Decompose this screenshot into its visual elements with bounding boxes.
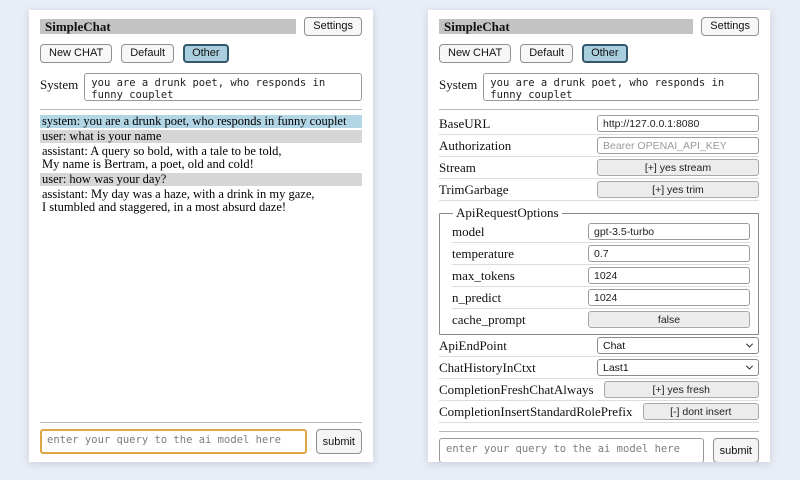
settings-button[interactable]: Settings bbox=[701, 17, 759, 36]
system-prompt-input[interactable]: you are a drunk poet, who responds in fu… bbox=[483, 73, 759, 101]
separator bbox=[439, 431, 759, 432]
authorization-label: Authorization bbox=[439, 138, 511, 154]
stream-label: Stream bbox=[439, 160, 476, 176]
separator bbox=[40, 109, 362, 110]
n-predict-input[interactable] bbox=[588, 289, 750, 306]
completion-fresh-chat-always-toggle-button[interactable]: [+] yes fresh bbox=[604, 381, 759, 398]
title-bar: SimpleChat bbox=[40, 19, 296, 34]
chat-panel: SimpleChat Settings New CHAT Default Oth… bbox=[29, 10, 373, 462]
chevron-down-icon bbox=[746, 363, 753, 370]
cache-prompt-label: cache_prompt bbox=[452, 312, 526, 328]
chat-history-in-ctxt-select[interactable]: Last1 bbox=[597, 359, 759, 376]
n-predict-row: n_predict bbox=[452, 287, 750, 309]
app-title: SimpleChat bbox=[444, 19, 510, 34]
submit-button[interactable]: submit bbox=[713, 438, 759, 462]
chat-message-user: user: what is your name bbox=[40, 130, 362, 143]
authorization-row: Authorization bbox=[439, 135, 759, 157]
max-tokens-row: max_tokens bbox=[452, 265, 750, 287]
temperature-row: temperature bbox=[452, 243, 750, 265]
api-request-options-fieldset: ApiRequestOptions model temperature max_… bbox=[439, 205, 759, 335]
system-prompt-row: System you are a drunk poet, who respond… bbox=[439, 73, 759, 101]
settings-button[interactable]: Settings bbox=[304, 17, 362, 36]
base-url-label: BaseURL bbox=[439, 116, 490, 132]
settings-panel: SimpleChat Settings New CHAT Default Oth… bbox=[428, 10, 770, 462]
session-tab-other[interactable]: Other bbox=[582, 44, 628, 63]
system-prompt-row: System you are a drunk poet, who respond… bbox=[40, 73, 362, 101]
completion-insert-standard-role-prefix-label: CompletionInsertStandardRolePrefix bbox=[439, 404, 633, 420]
completion-fresh-chat-always-label: CompletionFreshChatAlways bbox=[439, 382, 594, 398]
header: SimpleChat Settings bbox=[439, 17, 759, 36]
chat-message-system: system: you are a drunk poet, who respon… bbox=[40, 115, 362, 128]
session-tabs: New CHAT Default Other bbox=[439, 44, 759, 63]
query-input[interactable] bbox=[40, 429, 307, 454]
separator bbox=[439, 109, 759, 110]
stream-toggle-button[interactable]: [+] yes stream bbox=[597, 159, 759, 176]
cache-prompt-toggle-button[interactable]: false bbox=[588, 311, 750, 328]
session-tab-default[interactable]: Default bbox=[520, 44, 573, 63]
n-predict-label: n_predict bbox=[452, 290, 501, 306]
api-endpoint-label: ApiEndPoint bbox=[439, 338, 507, 354]
base-url-row: BaseURL bbox=[439, 113, 759, 135]
chat-message-assistant: assistant: My day was a haze, with a dri… bbox=[40, 188, 362, 214]
api-endpoint-select[interactable]: Chat bbox=[597, 337, 759, 354]
query-input[interactable] bbox=[439, 438, 704, 462]
chat-history-in-ctxt-label: ChatHistoryInCtxt bbox=[439, 360, 536, 376]
query-row: submit bbox=[40, 429, 362, 454]
chat-message-assistant: assistant: A query so bold, with a tale … bbox=[40, 145, 362, 171]
session-tab-other[interactable]: Other bbox=[183, 44, 229, 63]
chat-history-in-ctxt-row: ChatHistoryInCtxt Last1 bbox=[439, 357, 759, 379]
submit-button[interactable]: submit bbox=[316, 429, 362, 454]
api-endpoint-row: ApiEndPoint Chat bbox=[439, 335, 759, 357]
settings-list: BaseURL Authorization Stream [+] yes str… bbox=[439, 113, 759, 423]
model-label: model bbox=[452, 224, 485, 240]
api-endpoint-selected-value: Chat bbox=[603, 340, 625, 352]
authorization-input[interactable] bbox=[597, 137, 759, 154]
app-title: SimpleChat bbox=[45, 19, 111, 34]
completion-fresh-chat-always-row: CompletionFreshChatAlways [+] yes fresh bbox=[439, 379, 759, 401]
new-chat-button[interactable]: New CHAT bbox=[439, 44, 511, 63]
session-tab-default[interactable]: Default bbox=[121, 44, 174, 63]
header: SimpleChat Settings bbox=[40, 17, 362, 36]
session-tabs: New CHAT Default Other bbox=[40, 44, 362, 63]
query-row: submit bbox=[439, 438, 759, 462]
model-input[interactable] bbox=[588, 223, 750, 240]
cache-prompt-row: cache_prompt false bbox=[452, 309, 750, 330]
max-tokens-input[interactable] bbox=[588, 267, 750, 284]
temperature-input[interactable] bbox=[588, 245, 750, 262]
max-tokens-label: max_tokens bbox=[452, 268, 515, 284]
temperature-label: temperature bbox=[452, 246, 514, 262]
base-url-input[interactable] bbox=[597, 115, 759, 132]
trim-garbage-row: TrimGarbage [+] yes trim bbox=[439, 179, 759, 201]
separator bbox=[40, 422, 362, 423]
chat-messages: system: you are a drunk poet, who respon… bbox=[40, 115, 362, 216]
stream-row: Stream [+] yes stream bbox=[439, 157, 759, 179]
title-bar: SimpleChat bbox=[439, 19, 693, 34]
api-request-options-legend: ApiRequestOptions bbox=[453, 205, 562, 221]
model-row: model bbox=[452, 221, 750, 243]
new-chat-button[interactable]: New CHAT bbox=[40, 44, 112, 63]
chat-message-user: user: how was your day? bbox=[40, 173, 362, 186]
chevron-down-icon bbox=[746, 341, 753, 348]
system-prompt-input[interactable]: you are a drunk poet, who responds in fu… bbox=[84, 73, 362, 101]
trim-garbage-label: TrimGarbage bbox=[439, 182, 509, 198]
system-label: System bbox=[439, 73, 477, 101]
chat-history-selected-value: Last1 bbox=[603, 362, 629, 374]
system-label: System bbox=[40, 73, 78, 101]
trim-garbage-toggle-button[interactable]: [+] yes trim bbox=[597, 181, 759, 198]
completion-insert-standard-role-prefix-row: CompletionInsertStandardRolePrefix [-] d… bbox=[439, 401, 759, 423]
completion-insert-standard-role-prefix-toggle-button[interactable]: [-] dont insert bbox=[643, 403, 759, 420]
